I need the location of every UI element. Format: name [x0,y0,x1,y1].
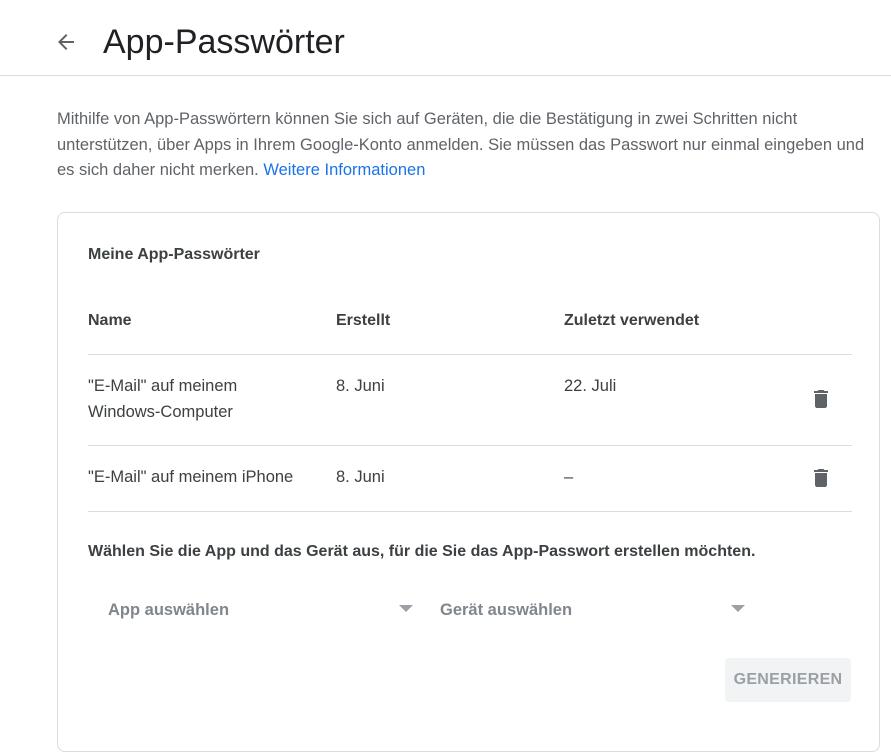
device-select[interactable]: Gerät auswählen [440,588,746,632]
page-title: App-Passwörter [103,23,345,61]
arrow-back-icon [58,34,74,50]
dropdown-arrow-icon [399,605,413,612]
row-created-date: 8. Juni [336,377,385,395]
generate-button[interactable]: GENERIEREN [725,658,851,702]
row-last-used: – [564,468,574,486]
page-header: App-Passwörter [0,0,891,76]
column-header-last-used: Zuletzt verwendet [564,312,700,329]
generate-prompt: Wählen Sie die App und das Gerät aus, fü… [88,543,756,560]
row-app-name: "E-Mail" auf meinem Windows-Computer [88,377,238,421]
intro-text: Mithilfe von App-Passwörtern können Sie … [57,107,872,184]
delete-password-button[interactable] [803,381,839,417]
column-header-name: Name [88,312,132,329]
card-title: Meine App-Passwörter [88,246,260,263]
back-button[interactable] [50,26,82,58]
table-divider [88,354,852,355]
learn-more-link[interactable]: Weitere Informationen [263,161,425,179]
row-last-used: 22. Juli [564,377,617,395]
trash-icon [814,390,828,408]
app-select[interactable]: App auswählen [108,588,414,632]
row-created-date: 8. Juni [336,468,385,486]
delete-password-button[interactable] [803,460,839,496]
dropdown-arrow-icon [731,605,745,612]
column-header-created: Erstellt [336,312,391,329]
intro-description: Mithilfe von App-Passwörtern können Sie … [57,110,865,179]
table-divider [88,445,852,446]
app-select-value: App auswählen [108,600,230,619]
trash-icon [814,469,828,487]
table-divider [88,511,852,512]
device-select-value: Gerät auswählen [440,600,573,619]
row-app-name: "E-Mail" auf meinem iPhone [88,468,294,486]
app-passwords-card: Meine App-Passwörter Name Erstellt Zulet… [57,212,880,752]
